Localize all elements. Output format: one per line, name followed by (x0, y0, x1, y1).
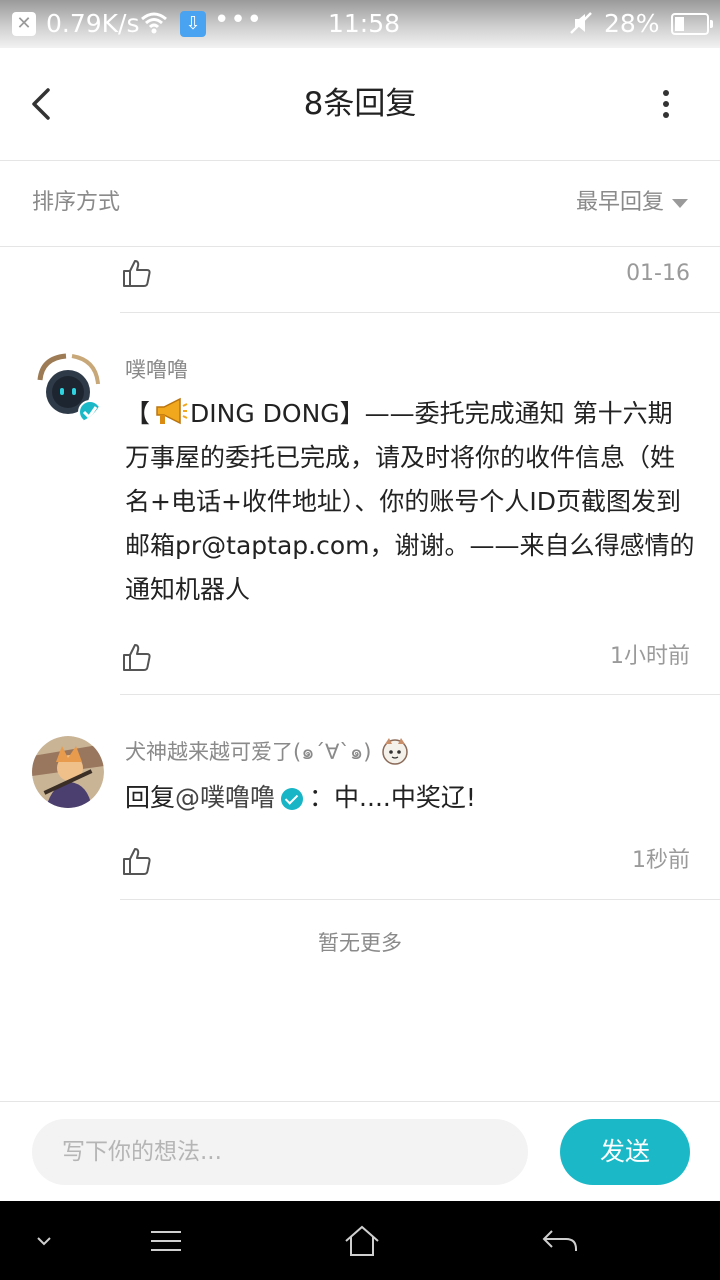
sort-bar: 排序方式 最早回复 (0, 162, 720, 247)
send-button[interactable]: 发送 (560, 1119, 690, 1185)
thumbs-up-icon (123, 644, 151, 671)
robot-avatar-icon (32, 352, 104, 424)
battery-percent: 28% (604, 9, 660, 38)
thumbs-up-icon (123, 260, 151, 287)
mute-icon (568, 10, 594, 44)
animal-badge-icon (382, 738, 409, 765)
avatar[interactable] (32, 736, 104, 808)
reply-time: 1秒前 (632, 848, 690, 873)
reply-divider (120, 312, 720, 313)
username-text: 犬神越来越可爱了(๑´∀`๑) (125, 740, 372, 764)
dropdown-caret-icon (672, 198, 688, 208)
megaphone-icon (156, 397, 188, 425)
anime-avatar-icon (32, 736, 104, 808)
wifi-icon (140, 10, 168, 42)
clock: 11:58 (328, 9, 401, 38)
sort-selected: 最早回复 (575, 190, 664, 215)
reply-time: 1小时前 (610, 644, 690, 669)
like-button[interactable] (122, 642, 152, 672)
network-speed: 0.79K/s (46, 9, 140, 38)
reply-divider (120, 694, 720, 695)
username[interactable]: 噗噜噜 (125, 355, 188, 385)
reply-text-body: DING DONG】——委托完成通知 第十六期万事屋的委托已完成，请及时将你的收… (125, 399, 695, 604)
back-icon (542, 1230, 577, 1251)
title-bar: 8条回复 (0, 48, 720, 161)
more-menu-button[interactable] (652, 82, 680, 126)
like-button[interactable] (122, 258, 152, 288)
reply-text-body: 中....中奖辽! (334, 783, 476, 812)
comment-input[interactable] (32, 1119, 528, 1185)
sort-dropdown[interactable]: 最早回复 (576, 188, 688, 218)
nav-collapse-button[interactable] (24, 1223, 64, 1259)
like-button[interactable] (122, 846, 152, 876)
composer-bar: 发送 (0, 1101, 720, 1201)
page-title: 8条回复 (303, 86, 417, 122)
system-nav-bar (0, 1201, 720, 1280)
close-notification-icon: ✕ (12, 12, 36, 36)
nav-home-button[interactable] (342, 1223, 382, 1259)
menu-icon (151, 1231, 181, 1251)
more-vertical-icon (663, 90, 669, 96)
sort-label: 排序方式 (32, 190, 121, 215)
more-notifications-icon: ••• (214, 5, 264, 35)
username[interactable]: 犬神越来越可爱了(๑´∀`๑) (125, 736, 413, 767)
home-icon (345, 1225, 379, 1256)
avatar[interactable] (32, 352, 104, 424)
mention-link[interactable]: @噗噜噜 (175, 783, 275, 812)
battery-icon (671, 13, 713, 35)
thumbs-up-icon (123, 848, 151, 875)
reply-text-prefix: 【 (125, 399, 151, 428)
verified-badge-icon (281, 788, 304, 810)
nav-back-button[interactable] (540, 1223, 580, 1259)
reply-divider (120, 899, 720, 900)
reply-separator: ： (309, 783, 335, 812)
no-more-text: 暂无更多 (318, 931, 402, 955)
reply-time: 01-16 (626, 261, 690, 286)
chevron-down-icon (37, 1237, 51, 1246)
status-bar: ✕ 0.79K/s ⇩ ••• 11:58 28% (0, 0, 720, 48)
app-download-icon: ⇩ (180, 11, 206, 37)
reply-prefix: 回复 (125, 783, 176, 812)
reply-text: 回复@噗噜噜 ：中....中奖辽! (125, 780, 476, 816)
nav-menu-button[interactable] (146, 1223, 186, 1259)
reply-text: 【 DING DONG】——委托完成通知 第十六期万事屋的委托已完成，请及时将你… (125, 392, 695, 612)
